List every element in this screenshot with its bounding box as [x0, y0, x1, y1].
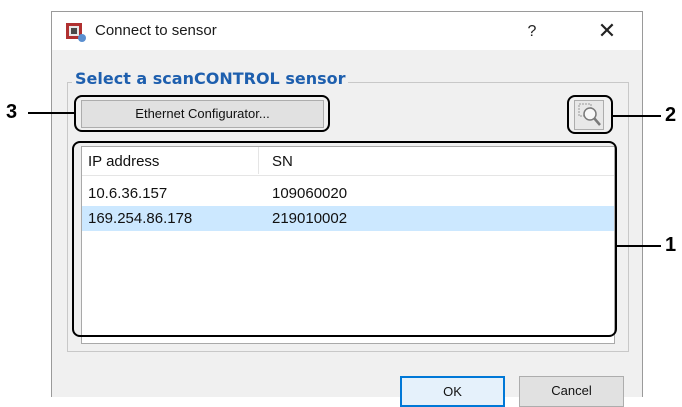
row-sn: 109060020 — [272, 185, 348, 202]
close-button[interactable]: ✕ — [587, 18, 627, 46]
ethernet-configurator-button[interactable]: Ethernet Configurator... — [81, 100, 324, 128]
list-header: IP address SN — [82, 147, 614, 176]
callout-line-2 — [613, 115, 661, 117]
dialog-title: Connect to sensor — [95, 22, 217, 39]
callout-line-1 — [617, 245, 661, 247]
title-bar: Connect to sensor ? ✕ — [52, 12, 642, 50]
row-ip: 10.6.36.157 — [88, 185, 168, 202]
callout-line-3 — [28, 112, 74, 114]
row-ip: 169.254.86.178 — [88, 210, 193, 227]
callout-number-2: 2 — [665, 104, 677, 126]
magnifier-search-icon — [575, 103, 603, 133]
connect-dialog: Connect to sensor ? ✕ Select a scanCONTR… — [51, 11, 643, 407]
list-row-selected[interactable]: 169.254.86.178 219010002 — [82, 206, 614, 231]
callout-number-3: 3 — [6, 101, 18, 123]
cancel-button[interactable]: Cancel — [519, 376, 624, 407]
callout-number-1: 1 — [665, 234, 677, 256]
help-button[interactable]: ? — [512, 18, 552, 46]
group-title: Select a scanCONTROL sensor — [72, 69, 349, 88]
dialog-body: Select a scanCONTROL sensor Ethernet Con… — [52, 50, 642, 407]
row-sn: 219010002 — [272, 210, 348, 227]
column-header-ip[interactable]: IP address — [88, 153, 159, 170]
ok-button[interactable]: OK — [400, 376, 505, 407]
sensor-list[interactable]: IP address SN 10.6.36.157 109060020 169.… — [81, 146, 615, 344]
search-sensors-button[interactable] — [574, 100, 604, 130]
column-header-sn[interactable]: SN — [272, 153, 293, 170]
column-separator — [258, 147, 259, 174]
sensor-app-icon — [65, 21, 87, 43]
list-row[interactable]: 10.6.36.157 109060020 — [82, 181, 614, 206]
